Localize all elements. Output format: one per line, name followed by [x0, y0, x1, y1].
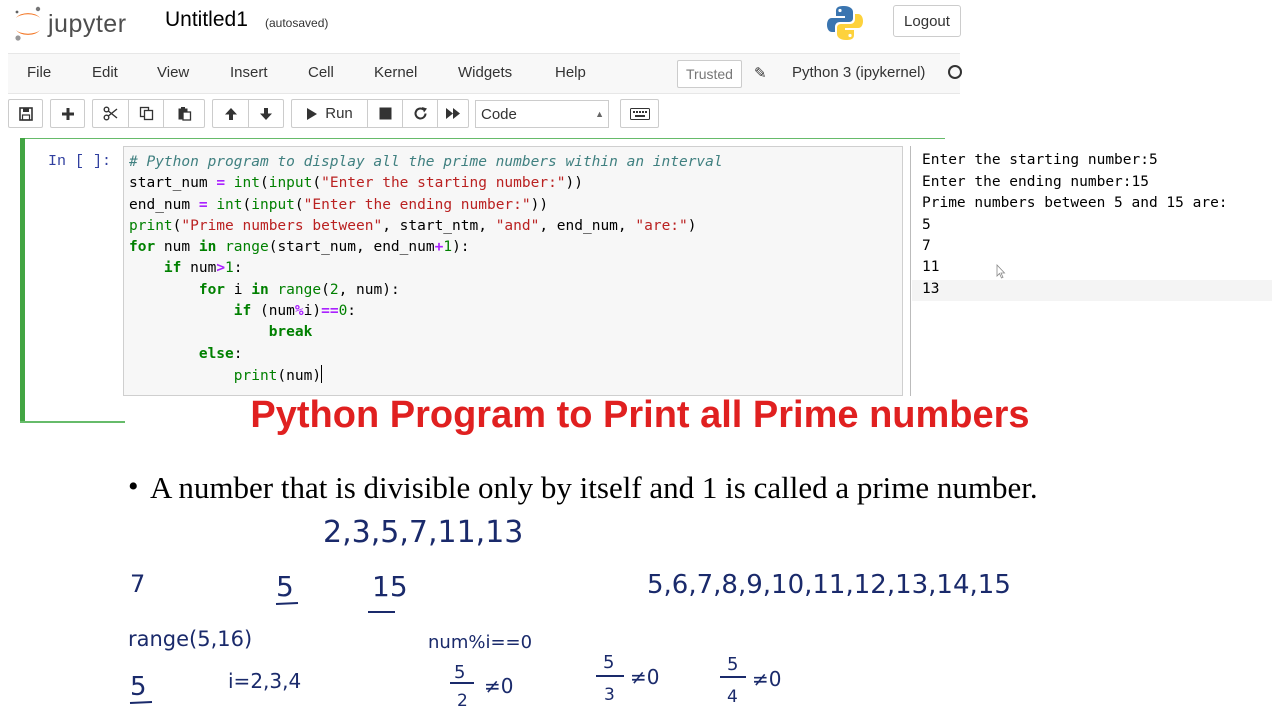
- fraction-3-relation: ≠0: [752, 667, 781, 691]
- fraction-1-denominator: 2: [457, 691, 468, 711]
- fraction-3-denominator: 4: [727, 687, 738, 707]
- fraction-1-numerator: 5: [454, 662, 465, 683]
- underline-start: [275, 602, 299, 605]
- handwritten-condition: num%i==0: [428, 632, 532, 653]
- handwritten-range: range(5,16): [128, 627, 252, 651]
- handwritten-num-five: 5: [130, 672, 147, 702]
- fraction-2-relation: ≠0: [630, 665, 659, 689]
- handwriting-layer: 2,3,5,7,11,13 7 5 15 5,6,7,8,9,10,11,12,…: [128, 515, 1011, 711]
- handwritten-end: 15: [372, 570, 408, 603]
- fraction-2-denominator: 3: [604, 685, 615, 705]
- fraction-3-numerator: 5: [727, 654, 738, 675]
- fraction-1-relation: ≠0: [484, 674, 513, 698]
- handwritten-i-values: i=2,3,4: [228, 669, 301, 693]
- handwritten-start: 5: [276, 570, 294, 603]
- handwritten-seven: 7: [130, 570, 145, 598]
- fraction-2-numerator: 5: [603, 652, 614, 673]
- handwritten-sequence: 5,6,7,8,9,10,11,12,13,14,15: [647, 570, 1011, 600]
- underline-five: [129, 701, 153, 704]
- handwritten-primes: 2,3,5,7,11,13: [323, 515, 523, 550]
